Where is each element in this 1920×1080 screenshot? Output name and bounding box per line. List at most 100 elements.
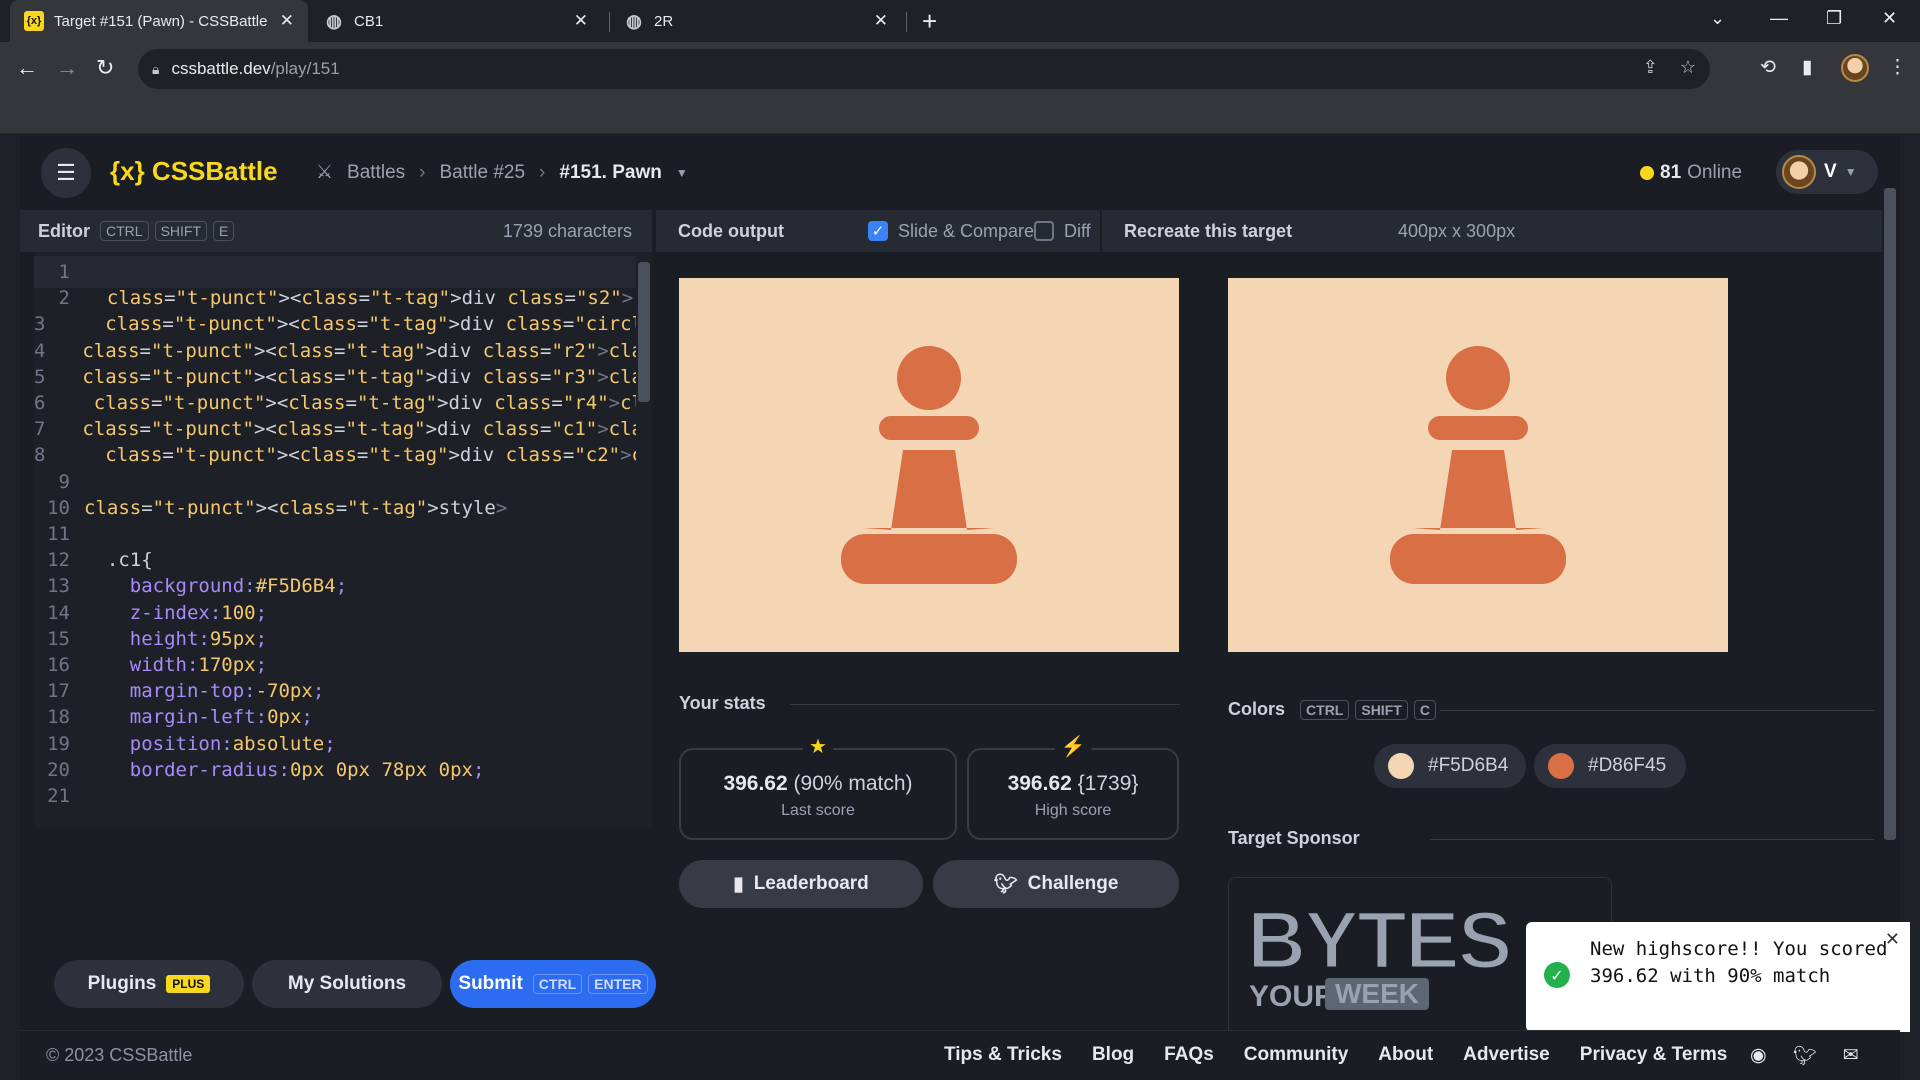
code-editor[interactable]: 12 class="t-punct"><class="t-tag">div cl… xyxy=(34,252,636,828)
slide-compare-checkbox[interactable]: ✓ xyxy=(868,221,888,241)
profile-avatar[interactable] xyxy=(1841,54,1869,82)
line-number: 15 xyxy=(47,627,70,650)
divider xyxy=(1430,839,1874,840)
sponsor-sub-text: YOUR xyxy=(1249,980,1336,1013)
mail-icon[interactable]: ✉ xyxy=(1843,1044,1859,1068)
colors-title: Colors CTRL SHIFT C xyxy=(1228,699,1436,720)
breadcrumb-target[interactable]: #151. Pawn xyxy=(559,162,661,184)
line-code: width:170px; xyxy=(129,654,268,676)
line-code: position:absolute; xyxy=(129,732,336,755)
line-code: z-index:100; xyxy=(129,601,268,624)
extensions-icon[interactable]: ⟲ xyxy=(1760,56,1776,79)
footer-link[interactable]: Tips & Tricks xyxy=(944,1044,1062,1066)
tab-cb1[interactable]: ◍ CB1 ✕ xyxy=(320,0,602,42)
color-swatch[interactable]: #D86F45 xyxy=(1534,744,1686,788)
color-swatch[interactable]: #F5D6B4 xyxy=(1374,744,1526,788)
last-score-card: ★ 396.62 (90% match) Last score xyxy=(679,734,957,840)
user-menu-button[interactable]: V ▼ xyxy=(1776,150,1878,194)
chevron-down-icon: ▼ xyxy=(1844,165,1857,179)
logo[interactable]: {x} CSSBattle xyxy=(110,156,278,187)
line-number: 9 xyxy=(58,470,70,493)
new-tab-button[interactable]: + xyxy=(922,6,937,37)
footer-link[interactable]: Privacy & Terms xyxy=(1580,1044,1728,1066)
close-icon[interactable]: ✕ xyxy=(280,11,294,31)
globe-icon: ◍ xyxy=(626,10,642,31)
last-score: 396.62 xyxy=(723,772,788,795)
address-bar[interactable]: 🔒︎ cssbattle.dev/play/151 ⇪ ☆ xyxy=(138,49,1710,89)
close-icon[interactable]: ✕ xyxy=(574,11,588,31)
last-match: (90% match) xyxy=(793,772,913,795)
target-size: 400px x 300px xyxy=(1398,220,1516,241)
high-score-label: High score xyxy=(1034,802,1112,819)
line-code: background:#F5D6B4; xyxy=(129,575,348,598)
diff-label[interactable]: Diff xyxy=(1064,221,1091,242)
breadcrumb-battle[interactable]: Battle #25 xyxy=(439,162,525,184)
kebab-menu-icon[interactable]: ⋮ xyxy=(1888,56,1907,79)
challenge-button[interactable]: 🐦︎ Challenge xyxy=(933,860,1179,908)
bookmark-star-icon[interactable]: ☆ xyxy=(1680,57,1696,78)
twitter-icon[interactable]: 🐦︎ xyxy=(1793,1044,1817,1068)
tab-cssbattle[interactable]: {x} Target #151 (Pawn) - CSSBattle ✕ xyxy=(10,0,308,42)
back-icon[interactable]: ← xyxy=(16,55,38,81)
submit-label: Submit xyxy=(458,973,523,994)
my-solutions-button[interactable]: My Solutions xyxy=(252,960,442,1008)
line-number: 4 xyxy=(34,339,46,362)
line-number: 18 xyxy=(47,706,70,729)
high-score-card: ⚡ 396.62 {1739} High score xyxy=(967,734,1179,840)
kbd-key: E xyxy=(213,221,235,241)
restore-button[interactable]: ❐ xyxy=(1826,8,1842,29)
footer-link[interactable]: About xyxy=(1378,1044,1433,1066)
sponsor-sub-text-2: WEEK xyxy=(1325,978,1429,1010)
discord-icon[interactable]: ◉ xyxy=(1750,1044,1767,1068)
tab-search-icon[interactable]: ⌄ xyxy=(1710,8,1725,29)
target-title: Recreate this target xyxy=(1124,220,1293,241)
tab-divider xyxy=(609,12,610,32)
footer-link[interactable]: Community xyxy=(1244,1044,1349,1066)
close-toast-icon[interactable]: ✕ xyxy=(1885,926,1900,953)
lightning-icon: ⚡ xyxy=(1054,734,1092,759)
share-icon[interactable]: ⇪ xyxy=(1643,57,1658,78)
online-count: 81 xyxy=(1660,162,1682,183)
kbd-key: SHIFT xyxy=(1355,700,1408,720)
code-line[interactable]: 21 xyxy=(34,780,636,812)
reload-icon[interactable]: ↻ xyxy=(96,55,114,81)
check-circle-icon: ✓ xyxy=(1544,962,1570,988)
url-host: cssbattle.dev xyxy=(171,59,271,78)
output-title: Code output xyxy=(678,220,784,241)
stats-title: Your stats xyxy=(679,693,766,713)
submit-button[interactable]: Submit CTRL ENTER xyxy=(450,960,656,1008)
kbd-key: ENTER xyxy=(588,974,648,994)
page-scrollbar[interactable] xyxy=(1882,174,1898,874)
forward-icon[interactable]: → xyxy=(56,55,78,81)
tab-2r[interactable]: ◍ 2R ✕ xyxy=(622,0,902,42)
leaderboard-button[interactable]: ▮ Leaderboard xyxy=(679,860,923,908)
tab-label: Target #151 (Pawn) - CSSBattle xyxy=(54,12,268,30)
footer-link[interactable]: FAQs xyxy=(1164,1044,1214,1066)
battles-icon: ⚔ xyxy=(316,162,334,183)
globe-icon: ◍ xyxy=(326,10,342,31)
color-dot xyxy=(1388,753,1414,779)
line-code: margin-left:0px; xyxy=(129,706,313,729)
minimize-button[interactable]: — xyxy=(1770,8,1788,29)
cssbattle-favicon-icon: {x} xyxy=(24,11,44,31)
editor-scrollbar[interactable] xyxy=(636,252,652,828)
close-icon[interactable]: ✕ xyxy=(874,11,888,31)
breadcrumb-battles[interactable]: Battles xyxy=(347,162,405,184)
plugins-button[interactable]: Plugins PLUS xyxy=(54,960,244,1008)
line-number: 2 xyxy=(58,287,70,310)
bookmark-bar xyxy=(0,96,1920,134)
line-number: 14 xyxy=(47,601,70,624)
footer-link[interactable]: Advertise xyxy=(1463,1044,1550,1066)
slide-compare-label[interactable]: Slide & Compare xyxy=(898,221,1034,242)
tab-label: 2R xyxy=(654,12,674,30)
footer-link[interactable]: Blog xyxy=(1092,1044,1134,1066)
hamburger-menu-button[interactable]: ☰ xyxy=(41,148,91,198)
editor-actions: Plugins PLUS My Solutions Submit CTRL ENT… xyxy=(34,946,656,1016)
chevron-down-icon[interactable]: ▼ xyxy=(676,166,688,180)
line-number: 12 xyxy=(47,549,70,572)
side-panel-icon[interactable]: ▮ xyxy=(1802,56,1812,79)
high-score: 396.62 xyxy=(1007,772,1072,795)
diff-checkbox[interactable] xyxy=(1034,221,1054,241)
close-window-button[interactable]: ✕ xyxy=(1882,8,1897,29)
code-output-preview[interactable] xyxy=(679,278,1179,652)
